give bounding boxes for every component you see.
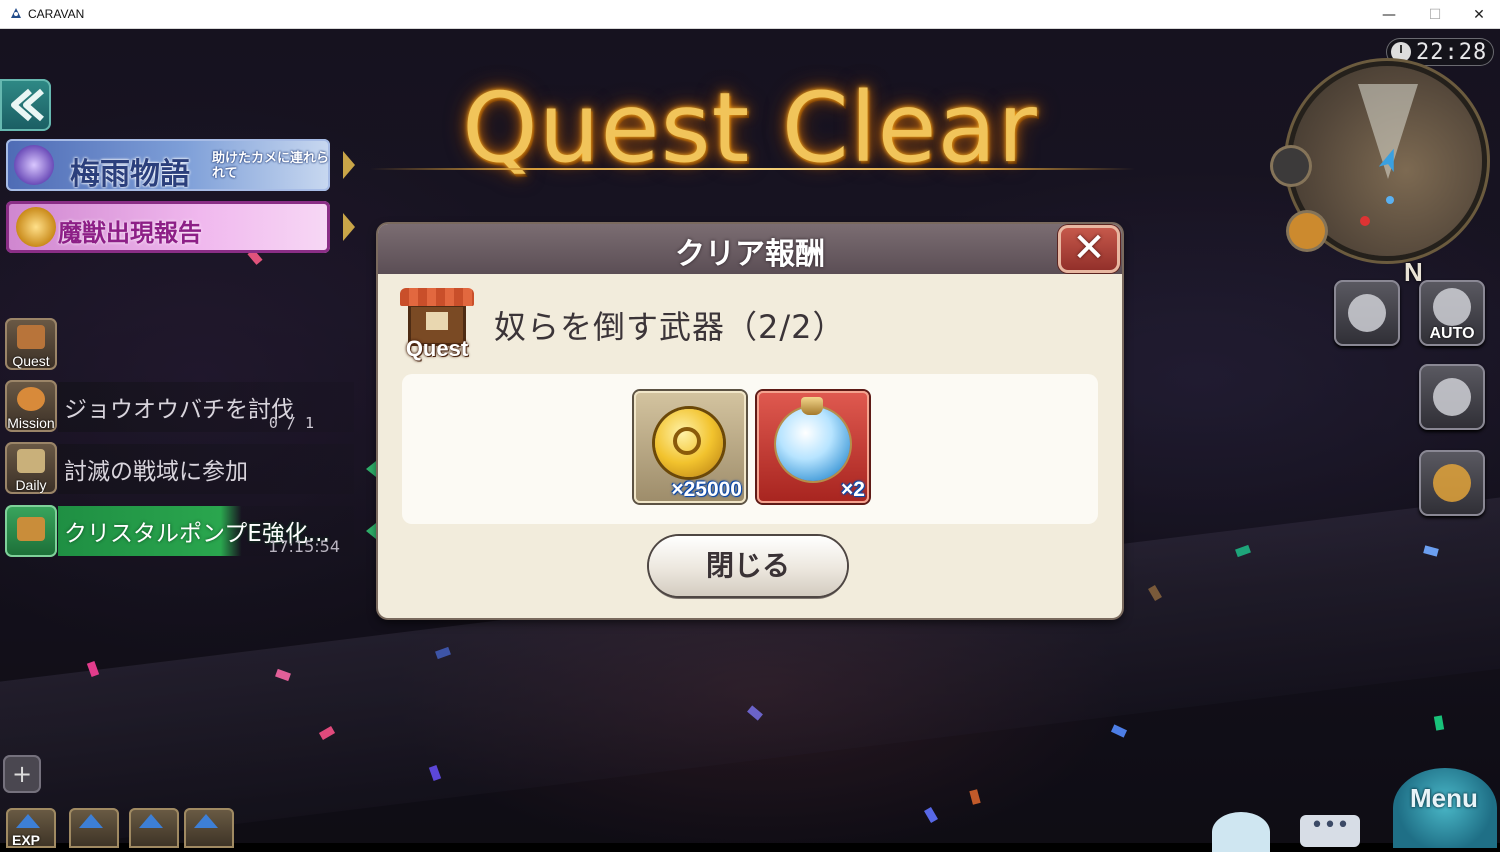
party-icon [1433,378,1471,416]
maximize-button[interactable]: ☐ [1412,0,1458,29]
quest-name: 奴らを倒す武器（2/2） [494,308,846,346]
boost-item[interactable] [184,808,234,848]
quest-roof [400,288,474,306]
up-arrow-icon [79,814,103,828]
task-count: 0 / 1 [268,414,314,432]
quest-tag: Quest [405,336,469,361]
quest-icon: Quest [400,288,474,366]
party-button[interactable] [1419,364,1485,430]
chevron-right-icon [343,213,355,241]
event-star-icon [14,145,54,185]
daily-scroll-icon [17,449,45,473]
reward-crystal-orb[interactable]: ×2 [757,391,869,503]
view-cone [1358,84,1418,179]
reward-quantity: ×25000 [671,478,742,501]
task-row-daily[interactable]: 討滅の戦域に参加 [58,444,354,494]
task-row-mission[interactable]: ジョウオウバチを討伐 0 / 1 [58,382,354,432]
dialog-close-button[interactable]: ✕ [1058,225,1120,273]
up-arrow-icon [194,814,218,828]
map-marker [1360,216,1370,226]
task-row-upgrade[interactable]: クリスタルポンプE強化... 17:15:54 [58,506,354,556]
auto-label: AUTO [1429,325,1475,342]
emote-button[interactable] [1212,812,1270,852]
camera-button[interactable] [1334,280,1400,346]
title-underline [370,168,1135,170]
reward-quantity: ×2 [841,478,865,501]
boost-label: EXP [12,832,41,848]
chevron-right-icon [343,151,355,179]
tab-daily[interactable]: Daily [5,442,57,494]
map-marker [1386,196,1394,204]
auto-target-icon [1433,288,1471,326]
boost-item[interactable] [69,808,119,848]
back-button[interactable] [0,79,51,131]
dialog-title: クリア報酬 [675,237,825,272]
window-title: CARAVAN [28,7,85,21]
gold-coin-icon [655,409,723,477]
crystal-orb-icon [776,407,850,481]
add-button[interactable]: + [3,755,41,793]
clock-display: 22:28 [1386,38,1494,66]
mail-icon [1433,464,1471,502]
tab-quest[interactable]: Quest [5,318,57,370]
plus-icon: + [11,760,33,788]
tab-mission-label: Mission [7,415,55,431]
event-banner-subtitle: 助けたカメに連れられて [212,151,330,181]
close-window-button[interactable]: ✕ [1456,0,1500,29]
task-text: 討滅の戦域に参加 [64,459,248,485]
map-toggle-button[interactable] [1273,148,1309,184]
pet-button[interactable] [1289,213,1325,249]
double-chevron-left-icon [11,88,44,122]
chat-button[interactable]: ••• [1300,815,1360,847]
task-timer: 17:15:54 [268,537,340,556]
event-banner-title: 梅雨物語 [70,157,190,192]
minimize-button[interactable]: — [1366,0,1412,29]
task-text: ジョウオウバチを討伐 [64,397,294,423]
orb-cap [801,397,823,415]
beast-banner-title: 魔獣出現報告 [58,219,202,247]
boost-exp[interactable]: EXP [6,808,56,848]
chevron-left-icon [366,461,376,477]
tab-quest-label: Quest [12,353,50,369]
mail-button[interactable] [1419,450,1485,516]
app-icon [11,8,21,18]
tab-mission[interactable]: Mission [5,380,57,432]
event-banner[interactable]: 梅雨物語 助けたカメに連れられて [6,139,330,192]
window-titlebar: CARAVAN — ☐ ✕ [0,0,1500,29]
quest-house-icon [17,325,45,349]
boost-item[interactable] [129,808,179,848]
tab-upgrade[interactable] [5,505,57,557]
clock-text: 22:28 [1416,40,1488,65]
tab-daily-label: Daily [15,477,47,493]
clock-icon [1391,42,1411,62]
chest-icon [17,517,45,541]
chevron-left-icon [366,523,376,539]
reward-list [402,374,1098,524]
camera-icon [1348,294,1386,332]
auto-button[interactable]: AUTO [1419,280,1485,346]
up-arrow-icon [16,814,40,828]
reward-gold-coin[interactable]: ×25000 [634,391,746,503]
mission-bird-icon [17,387,45,411]
beast-report-banner[interactable]: 魔獣出現報告 [6,201,330,253]
up-arrow-icon [139,814,163,828]
beast-mask-icon [16,207,56,247]
close-dialog-button[interactable]: 閉じる [649,536,847,596]
menu-label: Menu [1410,783,1478,813]
